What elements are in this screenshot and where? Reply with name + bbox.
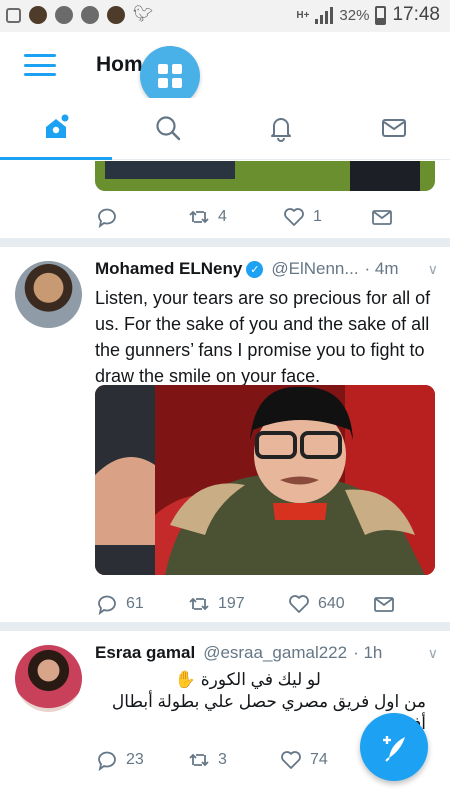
retweet-icon (189, 753, 209, 767)
tweet-text-line: لو ليك في الكورة ✋ (174, 670, 321, 689)
envelope-icon (382, 119, 406, 137)
battery-icon (375, 5, 387, 25)
timestamp: · 4m (364, 259, 399, 278)
notification-icons: 🐦︎ (6, 6, 153, 24)
envelope-icon (372, 210, 392, 225)
tab-notifications[interactable] (225, 98, 337, 158)
share-button[interactable] (373, 593, 395, 615)
tweet-header: Mohamed ELNeny ✓ @ElNenn... · 4m (95, 259, 430, 279)
app-notification-icon (107, 6, 125, 24)
reply-button[interactable]: 61 (96, 593, 188, 615)
battery-percent: 32% (339, 6, 370, 24)
reply-icon (98, 595, 116, 615)
like-button[interactable]: 74 (280, 749, 365, 771)
tweet-text-line: من اول فريق مصري حصل علي بطولة أبطال (111, 692, 426, 711)
retweet-button[interactable]: 4 (188, 206, 283, 228)
home-icon (46, 114, 69, 138)
search-icon (156, 116, 181, 141)
tweet-actions: 61 197 640 (96, 593, 395, 615)
username[interactable]: @esraa_gamal222 (203, 643, 347, 663)
like-count: 74 (310, 751, 328, 768)
reply-icon (98, 208, 116, 228)
app-notification-icon (55, 6, 73, 24)
chevron-down-icon[interactable]: ∨ (428, 261, 438, 278)
heart-icon (289, 595, 309, 613)
retweet-count: 4 (218, 208, 227, 225)
like-count: 1 (313, 208, 322, 225)
avatar[interactable] (15, 261, 82, 328)
tweet-photo[interactable] (95, 385, 435, 575)
tab-search[interactable] (112, 98, 224, 158)
compose-feather-icon (383, 736, 405, 762)
like-button[interactable]: 640 (288, 593, 373, 615)
envelope-icon (374, 597, 394, 612)
retweet-count: 3 (218, 751, 227, 768)
reply-button[interactable]: 23 (96, 749, 188, 771)
heart-icon (284, 208, 304, 226)
retweet-button[interactable]: 197 (188, 593, 288, 615)
active-tab-indicator (0, 157, 112, 160)
status-bar: 🐦︎ H+ 32% 17:48 (0, 0, 450, 32)
divider (0, 622, 450, 631)
display-name[interactable]: Mohamed ELNeny (95, 259, 242, 279)
tweet-header: Esraa gamal @esraa_gamal222 · 1h (95, 643, 430, 663)
retweet-count: 197 (218, 595, 245, 612)
grid-icon (158, 64, 182, 88)
tab-bar (0, 98, 450, 160)
retweet-icon (189, 210, 209, 224)
apps-grid-button[interactable] (140, 46, 200, 106)
avatar[interactable] (15, 645, 82, 712)
tweet-actions: 4 1 (96, 206, 393, 228)
username[interactable]: @ElNenn... (271, 259, 358, 279)
app-header: Home (0, 32, 450, 106)
crying-boy-photo (95, 385, 435, 575)
chevron-down-icon[interactable]: ∨ (428, 645, 438, 662)
tweet-actions: 23 3 74 (96, 749, 365, 771)
reply-button[interactable] (96, 206, 188, 228)
retweet-icon (189, 597, 209, 611)
timeline[interactable]: 4 1 Mohamed ELNeny ✓ @ElNenn... · 4m ∨ L… (0, 161, 450, 800)
tab-home[interactable] (0, 98, 112, 158)
network-type: H+ (296, 9, 310, 21)
heart-icon (281, 751, 301, 769)
reply-count: 61 (126, 595, 144, 612)
compose-tweet-button[interactable] (360, 713, 428, 781)
retweet-button[interactable]: 3 (188, 749, 280, 771)
tweet[interactable]: Mohamed ELNeny ✓ @ElNenn... · 4m ∨ Liste… (0, 247, 450, 622)
display-name[interactable]: Esraa gamal (95, 643, 195, 663)
share-button[interactable] (371, 206, 393, 228)
divider (0, 238, 450, 247)
like-count: 640 (318, 595, 345, 612)
menu-icon[interactable] (24, 54, 56, 76)
clipboard-icon (6, 7, 21, 23)
reply-count: 23 (126, 751, 144, 768)
clock: 17:48 (392, 4, 440, 25)
tweet-text: Listen, your tears are so precious for a… (95, 288, 431, 386)
tweet-media[interactable] (95, 161, 435, 191)
signal-icon (315, 6, 334, 24)
bell-icon (271, 118, 291, 142)
timestamp: · 1h (353, 643, 383, 662)
twitter-icon: 🐦︎ (133, 6, 154, 23)
whatsapp-icon (81, 6, 99, 24)
tab-messages[interactable] (338, 98, 450, 158)
verified-icon: ✓ (246, 260, 264, 278)
reply-icon (98, 751, 116, 771)
like-button[interactable]: 1 (283, 206, 371, 228)
app-notification-icon (29, 6, 47, 24)
